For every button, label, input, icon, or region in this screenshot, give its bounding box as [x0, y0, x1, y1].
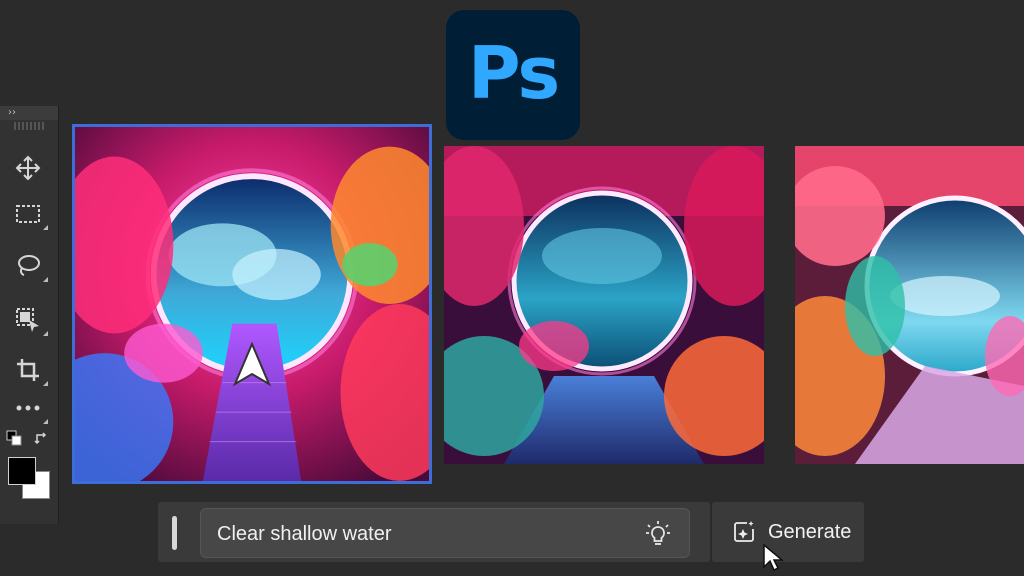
- submenu-indicator: [43, 381, 48, 386]
- tools-panel: ››: [0, 106, 59, 524]
- generate-button[interactable]: Generate: [712, 502, 864, 562]
- collapse-panel-button[interactable]: ››: [0, 106, 58, 120]
- foreground-color-swatch[interactable]: [8, 457, 36, 485]
- marquee-tool[interactable]: [12, 198, 48, 230]
- lasso-icon: [18, 255, 40, 276]
- lightbulb-icon[interactable]: [645, 520, 671, 548]
- cursor-pointer-icon: [232, 342, 272, 387]
- submenu-indicator: [43, 225, 48, 230]
- photoshop-logo: Ps: [446, 10, 580, 140]
- crop-icon: [17, 359, 39, 381]
- variation-2-image: [444, 146, 764, 464]
- variation-1-image: [75, 127, 429, 481]
- prompt-text: Clear shallow water: [217, 523, 392, 545]
- generate-label: Generate: [768, 520, 852, 543]
- lasso-tool[interactable]: [12, 250, 48, 282]
- variation-2[interactable]: [444, 146, 764, 464]
- submenu-indicator: [43, 277, 48, 282]
- generate-sparkle-icon: [734, 521, 754, 542]
- more-tools[interactable]: [12, 392, 48, 424]
- contextual-task-bar: Clear shallow water: [158, 502, 710, 562]
- submenu-indicator: [43, 419, 48, 424]
- object-selection-tool[interactable]: [12, 304, 48, 336]
- drag-handle[interactable]: [172, 516, 177, 550]
- mouse-cursor-icon: [763, 543, 784, 572]
- crop-tool[interactable]: [12, 354, 48, 386]
- prompt-input[interactable]: Clear shallow water: [200, 508, 690, 558]
- default-colors-icon[interactable]: [6, 430, 22, 446]
- color-controls: [6, 428, 52, 448]
- variation-3-image: [795, 146, 1024, 464]
- submenu-indicator: [43, 331, 48, 336]
- variation-1[interactable]: [72, 124, 432, 484]
- object-selection-icon: [16, 308, 39, 332]
- move-tool[interactable]: [12, 152, 44, 184]
- panel-grip[interactable]: [14, 122, 44, 130]
- logo-text: Ps: [467, 31, 560, 115]
- ellipsis-icon: [16, 405, 40, 411]
- swap-colors-icon[interactable]: [34, 430, 50, 446]
- move-icon: [15, 155, 41, 181]
- rectangular-marquee-icon: [16, 205, 40, 223]
- variation-3[interactable]: [795, 146, 1024, 464]
